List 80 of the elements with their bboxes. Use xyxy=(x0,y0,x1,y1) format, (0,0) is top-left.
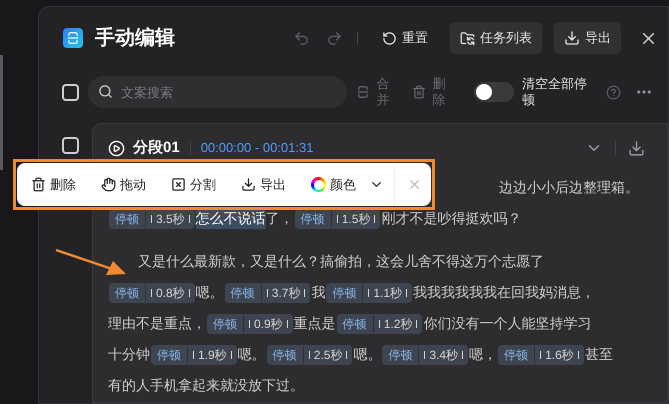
download-icon xyxy=(564,30,580,46)
transcript-text: 理由不是重点， xyxy=(108,314,206,333)
color-ring-icon xyxy=(311,177,326,192)
segment-title: 分段01 xyxy=(133,138,180,158)
toolbar-button[interactable]: 导出 xyxy=(554,22,621,54)
pause-label: 停顿 xyxy=(151,346,188,364)
reset-icon xyxy=(382,30,397,46)
transcript-text: 刚才不是吵得挺欢吗？ xyxy=(381,209,522,228)
pause-duration: 3.4秒 xyxy=(429,346,458,364)
trash-icon xyxy=(412,85,426,99)
hand-icon xyxy=(101,177,116,192)
trash-icon xyxy=(31,177,46,192)
pause-tag[interactable]: 停顿 1.1秒 xyxy=(326,282,412,302)
pause-tag[interactable]: 停顿 3.4秒 xyxy=(382,344,468,364)
search-field[interactable]: 文案搜索 xyxy=(88,76,347,108)
toolbar-button[interactable]: 任务列表 xyxy=(450,22,542,54)
transcript-text: 十分钟 xyxy=(108,345,150,364)
clear-pauses-label: 清空全部停顿 xyxy=(522,76,588,108)
selected-text: 怎么不说话 xyxy=(196,208,266,229)
toggle-switch[interactable] xyxy=(474,82,514,102)
pause-duration: 0.9秒 xyxy=(254,316,283,332)
pause-label: 停顿 xyxy=(326,284,364,302)
transcript-text: 嗯。 xyxy=(238,345,266,364)
pause-duration: 2.5秒 xyxy=(314,346,342,364)
search-icon xyxy=(98,84,113,99)
checkbox[interactable] xyxy=(62,137,79,154)
pause-label: 停顿 xyxy=(498,346,536,364)
pause-label: 停顿 xyxy=(207,314,244,332)
transcript-text: 又是什么最新款，又是什么？搞偷拍，这会儿舍不得这万个志愿了 xyxy=(138,252,544,271)
menu-item[interactable]: 颜色 xyxy=(311,174,356,194)
transcript-text: 我 xyxy=(311,283,326,302)
pause-tag[interactable]: 停顿 1.5秒 xyxy=(294,208,380,228)
download-icon[interactable] xyxy=(628,140,645,156)
merge-icon xyxy=(356,85,370,99)
pause-duration: 1.6秒 xyxy=(545,346,574,364)
menu-item[interactable]: 导出 xyxy=(241,174,286,194)
download-icon xyxy=(241,177,256,192)
pause-tag[interactable]: 停顿 1.6秒 xyxy=(498,344,584,364)
transcript-text: 嗯。 xyxy=(196,283,224,302)
transcript-text: 你们没有一个人能坚持学习 xyxy=(423,314,592,333)
pause-duration: 1.9秒 xyxy=(198,346,227,364)
pause-tag[interactable]: 停顿 2.5秒 xyxy=(266,344,352,364)
pause-label: 停顿 xyxy=(294,210,332,228)
transcript-text: 甚至 xyxy=(584,345,613,364)
pause-tag[interactable]: 停顿 3.7秒 xyxy=(224,282,310,302)
window-title: 手动编辑 xyxy=(95,26,175,51)
pause-duration: 3.7秒 xyxy=(272,284,300,302)
pause-duration: 1.2秒 xyxy=(384,316,412,332)
transcript-text: 嗯， xyxy=(469,345,498,364)
folder-icon xyxy=(460,30,475,46)
pause-label: 停顿 xyxy=(109,284,146,302)
pause-duration: 3.5秒 xyxy=(156,210,185,228)
pause-tag[interactable]: 停顿 1.2秒 xyxy=(336,314,422,334)
pause-label: 停顿 xyxy=(109,210,146,228)
pause-tag[interactable]: 停顿 1.9秒 xyxy=(151,344,237,364)
transcript-text: 重点是 xyxy=(294,314,336,333)
transcript-text: 了， xyxy=(266,209,294,228)
transcript-text: 我我我我我我在回我妈消息， xyxy=(413,283,596,302)
menu-item[interactable]: 拖动 xyxy=(101,174,146,194)
split-icon xyxy=(171,177,186,192)
pause-label: 停顿 xyxy=(224,284,262,302)
play-icon[interactable] xyxy=(108,140,125,156)
pause-duration: 1.5秒 xyxy=(342,210,370,228)
pause-duration: 0.8秒 xyxy=(156,284,185,302)
segment-time: 00:00:00 - 00:01:31 xyxy=(200,139,314,158)
transcript-text: 边边小小后边整理箱。 xyxy=(499,178,639,197)
checkbox[interactable] xyxy=(62,84,79,100)
pause-tag[interactable]: 停顿 0.8秒 xyxy=(109,282,195,302)
menu-item[interactable]: 分割 xyxy=(171,174,216,194)
pause-duration: 1.1秒 xyxy=(373,284,402,302)
pause-tag[interactable]: 停顿 0.9秒 xyxy=(207,314,293,334)
transcript-text: 嗯。 xyxy=(353,345,382,364)
pause-label: 停顿 xyxy=(266,346,304,364)
app-logo-icon xyxy=(63,28,83,48)
pause-label: 停顿 xyxy=(336,314,374,332)
menu-item[interactable]: 删除 xyxy=(31,174,76,194)
toolbar-button[interactable]: 重置 xyxy=(372,22,438,54)
transcript-text: 有的人手机拿起来就没放下过。 xyxy=(108,376,304,395)
pause-tag[interactable]: 停顿 3.5秒 xyxy=(109,208,195,228)
pause-label: 停顿 xyxy=(382,346,420,364)
